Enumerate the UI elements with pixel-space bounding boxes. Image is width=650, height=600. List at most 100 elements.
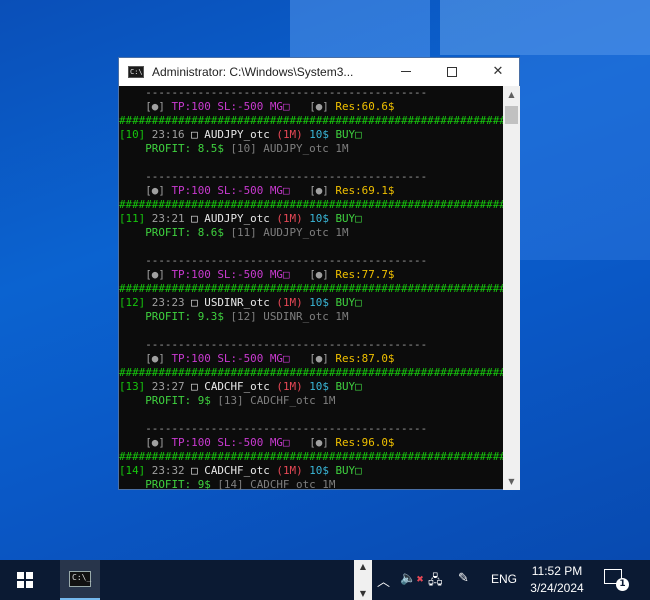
status-bullet: [●] [145,184,165,197]
cmd-icon: C:\ [128,66,144,78]
trade-timeframe: (1M) [276,212,303,225]
separator-hash: ########################################… [119,198,503,211]
volume-muted-icon[interactable]: 🔈✖ [400,571,424,586]
trade-time: 23:21 [145,212,192,225]
trade-profit: PROFIT: 8.5$ [145,142,224,155]
status-line: [●] TP:100 SL:-500 MG□ [●] Res:60.6$ [119,100,503,114]
tray-up-arrow-icon[interactable]: ▲ [354,562,372,571]
minimize-button[interactable] [383,58,429,86]
separator-dash: ----------------------------------------… [119,170,428,183]
trade-line: [12] 23:23 □ USDINR_otc (1M) 10$ BUY□ [119,296,503,310]
window-title: Administrator: C:\Windows\System3... [152,65,354,79]
taskbar: C:\_ ▲ ▼ ︿ 🔈✖ 🖧 ✎ ENG 11:52 PM 3/24/2024… [0,560,650,600]
trade-line: [10] 23:16 □ AUDJPY_otc (1M) 10$ BUY□ [119,128,503,142]
separator-hash-line: ########################################… [119,198,503,212]
profit-line: PROFIT: 9.3$ [12] USDINR_otc 1M [119,310,503,324]
console-output[interactable]: ----------------------------------------… [119,86,503,490]
take-profit: TP:100 [171,100,211,113]
title-bar[interactable]: C:\ Administrator: C:\Windows\System3...… [119,58,519,86]
chevron-up-icon[interactable]: ︿ [377,571,390,590]
trade-index: [11] [119,212,146,225]
windows-logo-icon [17,572,33,588]
separator-hash-line: ########################################… [119,450,503,464]
take-profit: TP:100 [171,184,211,197]
network-icon[interactable]: 🖧 [428,571,443,593]
trade-index: [13] [119,380,146,393]
profit-line: PROFIT: 9$ [14] CADCHF_otc 1M [119,478,503,490]
separator-dash-line: ----------------------------------------… [119,422,503,436]
result-value: Res:96.0$ [335,436,395,449]
maximize-button[interactable] [429,58,475,86]
trade-time: 23:16 [145,128,192,141]
tray-down-arrow-icon[interactable]: ▼ [354,589,372,598]
notification-center-icon[interactable]: 1 [604,569,629,591]
trade-timeframe: (1M) [276,464,303,477]
scroll-thumb[interactable] [505,106,518,124]
trade-amount: 10$ [309,296,329,309]
take-profit: TP:100 [171,268,211,281]
pen-icon[interactable]: ✎ [458,571,469,586]
status-bullet: [●] [309,352,329,365]
trade-direction: BUY□ [335,380,362,393]
close-button[interactable]: ✕ [475,58,521,86]
trade-amount: 10$ [309,212,329,225]
separator-dash-line: ----------------------------------------… [119,86,503,100]
clock-date: 3/24/2024 [530,581,584,595]
separator-dash: ----------------------------------------… [119,338,428,351]
status-line: [●] TP:100 SL:-500 MG□ [●] Res:87.0$ [119,352,503,366]
trade-direction: BUY□ [335,464,362,477]
trade-line: [14] 23:32 □ CADCHF_otc (1M) 10$ BUY□ [119,464,503,478]
martingale: MG□ [269,184,290,197]
trade-pair: CADCHF_otc [204,380,270,393]
vertical-scrollbar[interactable]: ▲ ▼ [503,86,520,490]
trade-direction: BUY□ [335,212,362,225]
scroll-up-arrow-icon[interactable]: ▲ [503,86,520,103]
result-value: Res:60.6$ [335,100,395,113]
clock[interactable]: 11:52 PM 3/24/2024 [527,563,587,597]
trade-direction: BUY□ [335,296,362,309]
separator-hash: ########################################… [119,282,503,295]
stop-loss: SL:-500 [217,184,264,197]
take-profit: TP:100 [171,352,211,365]
stop-loss: SL:-500 [217,436,264,449]
stop-loss: SL:-500 [217,268,264,281]
trade-pair: AUDJPY_otc [204,212,270,225]
desktop-light-beam [290,0,430,60]
trade-timeframe: (1M) [276,380,303,393]
trade-glyph: □ [191,380,205,393]
trade-profit: PROFIT: 8.6$ [145,226,224,239]
scroll-down-arrow-icon[interactable]: ▼ [503,473,520,490]
tray-scroll-control[interactable]: ▲ ▼ [354,560,372,600]
trade-direction: BUY□ [335,128,362,141]
console-window[interactable]: C:\ Administrator: C:\Windows\System3...… [118,57,520,490]
minimize-icon [401,71,411,72]
stop-loss: SL:-500 [217,352,264,365]
trade-timeframe: (1M) [276,128,303,141]
take-profit: TP:100 [171,436,211,449]
separator-hash-line: ########################################… [119,114,503,128]
trade-glyph: □ [191,212,205,225]
start-button[interactable] [0,560,50,600]
trade-glyph: □ [191,464,205,477]
trade-profit: PROFIT: 9$ [145,394,211,407]
cmd-icon: C:\_ [69,571,91,587]
stop-loss: SL:-500 [217,100,264,113]
separator-dash: ----------------------------------------… [119,86,428,99]
language-indicator[interactable]: ENG [491,572,517,586]
notification-badge: 1 [616,578,629,591]
taskbar-cmd-button[interactable]: C:\_ [60,560,100,600]
